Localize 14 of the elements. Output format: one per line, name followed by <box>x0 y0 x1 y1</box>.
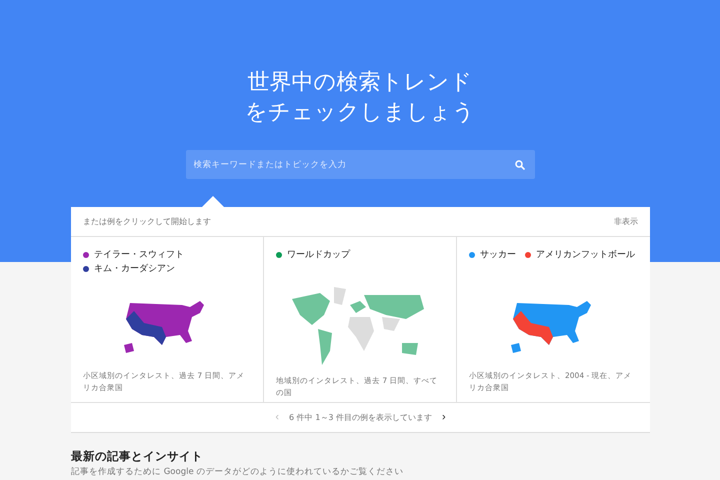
legend-label: テイラー・スウィフト <box>94 249 184 261</box>
legend-label: キム・カーダシアン <box>94 263 175 275</box>
legend-label: サッカー <box>480 249 516 261</box>
search-icon[interactable] <box>514 160 524 170</box>
section-subtitle: 記事を作成するために Google のデータがどのように使われているかご覧ください <box>71 466 404 478</box>
legend-label: ワールドカップ <box>287 249 350 261</box>
legend-label: アメリカンフットボール <box>536 249 635 261</box>
examples-prompt: または例をクリックして開始します <box>83 216 211 227</box>
search-field[interactable]: 検索キーワードまたはトピックを入力 <box>186 150 534 179</box>
next-button[interactable]: › <box>442 412 446 423</box>
hero-title: 世界中の検索トレンド をチェックしましょう <box>245 69 475 127</box>
pager-text: 6 件中 1～3 件目の例を表示しています <box>289 412 432 423</box>
section-heading: 最新の記事とインサイト <box>71 449 204 464</box>
hide-link[interactable]: 非表示 <box>614 216 638 227</box>
